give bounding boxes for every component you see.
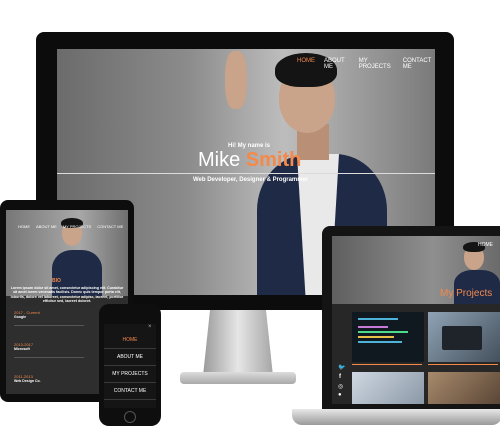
monitor-stand xyxy=(203,310,273,376)
hero-last-name: Smith xyxy=(245,149,302,171)
tablet-nav: HOME ABOUT ME MY PROJECTS CONTACT ME xyxy=(18,224,123,229)
tablet-portrait xyxy=(46,218,106,296)
twitter-icon[interactable]: 🐦 xyxy=(338,364,345,371)
hero-name: Mike Smith xyxy=(198,149,301,172)
tablet-nav-contact[interactable]: CONTACT ME xyxy=(97,224,123,229)
phone-menu: HOME ABOUT ME MY PROJECTS CONTACT ME xyxy=(104,332,156,400)
monitor-stand-base xyxy=(180,372,296,384)
nav-contact[interactable]: CONTACT ME xyxy=(403,58,435,70)
project-tile[interactable] xyxy=(428,312,500,362)
facebook-icon[interactable]: f xyxy=(339,374,341,380)
phone-menu-home[interactable]: HOME xyxy=(104,332,156,349)
laptop-screen: HOME My Projects 🐦 f ◎ ● xyxy=(332,236,500,404)
timeline-item: 2017 - Current Google xyxy=(14,310,84,328)
tile-accent xyxy=(352,364,422,365)
instagram-icon[interactable]: ◎ xyxy=(338,383,343,390)
project-tile[interactable] xyxy=(352,312,424,362)
laptop-nav-home[interactable]: HOME xyxy=(478,242,493,248)
bio-heading: BIO xyxy=(52,278,61,284)
timeline-company: Web Design Co. xyxy=(14,379,41,383)
tablet-nav-about[interactable]: ABOUT ME xyxy=(36,224,57,229)
nav-about[interactable]: ABOUT ME xyxy=(324,58,350,70)
timeline-company: Microsoft xyxy=(14,347,30,351)
phone-menu-projects[interactable]: MY PROJECTS xyxy=(104,366,156,383)
tablet-nav-projects[interactable]: MY PROJECTS xyxy=(63,224,91,229)
laptop-base xyxy=(292,409,500,425)
timeline-company: Google xyxy=(14,315,27,319)
bio-text: Lorem ipsum dolor sit amet, consectetur … xyxy=(10,286,124,304)
phone-menu-about[interactable]: ABOUT ME xyxy=(104,349,156,366)
project-tile[interactable] xyxy=(352,372,424,404)
timeline-item: 2011-2013 Web Design Co. xyxy=(14,374,41,383)
hero-first-name: Mike xyxy=(198,149,241,171)
hero-subtitle: Web Developer, Designer & Programmer xyxy=(193,177,309,183)
phone-menu-contact[interactable]: CONTACT ME xyxy=(104,383,156,400)
phone-home-button[interactable] xyxy=(124,411,136,423)
timeline-item: 2013-2017 Microsoft xyxy=(14,342,84,360)
tablet-nav-home[interactable]: HOME xyxy=(18,224,30,229)
phone-screen: × HOME ABOUT ME MY PROJECTS CONTACT ME xyxy=(104,324,156,408)
hero-divider xyxy=(57,173,435,174)
project-tile[interactable] xyxy=(428,372,500,404)
tile-accent xyxy=(428,364,498,365)
monitor-nav: HOME ABOUT ME MY PROJECTS CONTACT ME xyxy=(297,58,435,70)
github-icon[interactable]: ● xyxy=(338,392,342,398)
nav-home[interactable]: HOME xyxy=(297,58,315,70)
projects-heading: My Projects xyxy=(440,288,493,299)
nav-projects[interactable]: MY PROJECTS xyxy=(359,58,394,70)
close-icon[interactable]: × xyxy=(148,324,152,330)
